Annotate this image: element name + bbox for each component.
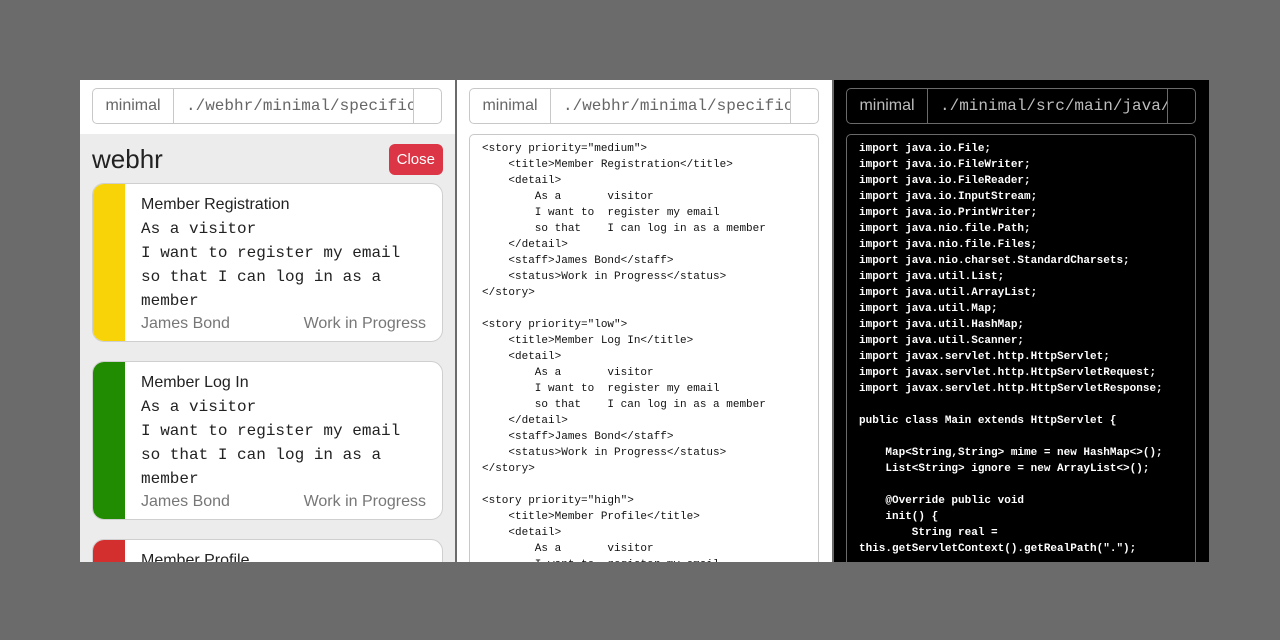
story-card[interactable]: Member Log In As a visitor I want to reg… (92, 361, 443, 520)
priority-stripe (93, 362, 125, 519)
story-detail-line: so that I can log in as a (141, 446, 382, 464)
path-bar-area: minimal ./webhr/minimal/specific (457, 80, 832, 134)
story-card[interactable]: Member Profile (92, 539, 443, 562)
path-bar: minimal ./webhr/minimal/specific (469, 88, 819, 124)
path-action-button[interactable] (1168, 89, 1195, 123)
path-action-button[interactable] (414, 89, 441, 123)
story-staff: James Bond (141, 315, 230, 332)
app-header: webhr Close (80, 134, 455, 184)
xml-code-editor[interactable]: <story priority="medium"> <title>Member … (469, 134, 819, 562)
java-code: import java.io.File; import java.io.File… (859, 143, 1163, 555)
priority-stripe (93, 540, 125, 562)
path-action-button[interactable] (791, 89, 818, 123)
xml-code: <story priority="medium"> <title>Member … (482, 143, 766, 562)
story-detail-line: I want to register my email (141, 422, 401, 440)
java-code-editor[interactable]: import java.io.File; import java.io.File… (846, 134, 1196, 562)
close-button[interactable]: Close (388, 144, 443, 175)
story-title: Member Profile (141, 552, 250, 562)
path-prefix[interactable]: minimal (470, 89, 551, 123)
story-detail-line: member (141, 292, 199, 310)
path-bar-area: minimal ./webhr/minimal/specific (80, 80, 455, 134)
priority-stripe (93, 184, 125, 341)
story-detail-line: member (141, 470, 199, 488)
path-bar: minimal ./minimal/src/main/java/ (846, 88, 1196, 124)
story-title: Member Log In (141, 374, 249, 391)
story-detail-line: so that I can log in as a (141, 268, 382, 286)
path-prefix[interactable]: minimal (93, 89, 174, 123)
story-status: Work in Progress (303, 493, 426, 510)
story-card[interactable]: Member Registration As a visitor I want … (92, 183, 443, 342)
story-detail-line: As a visitor (141, 220, 257, 238)
story-title: Member Registration (141, 196, 290, 213)
path-input[interactable]: ./webhr/minimal/specific (174, 89, 414, 123)
stories-panel: minimal ./webhr/minimal/specific webhr C… (80, 80, 455, 562)
story-detail-line: As a visitor (141, 398, 257, 416)
story-staff: James Bond (141, 493, 230, 510)
path-prefix[interactable]: minimal (847, 89, 928, 123)
path-bar-area: minimal ./minimal/src/main/java/ (834, 80, 1209, 134)
story-status: Work in Progress (303, 315, 426, 332)
java-source-panel: minimal ./minimal/src/main/java/ import … (834, 80, 1209, 562)
xml-source-panel: minimal ./webhr/minimal/specific <story … (457, 80, 832, 562)
path-bar: minimal ./webhr/minimal/specific (92, 88, 442, 124)
path-input[interactable]: ./webhr/minimal/specific (551, 89, 791, 123)
path-input[interactable]: ./minimal/src/main/java/ (928, 89, 1168, 123)
story-detail-line: I want to register my email (141, 244, 401, 262)
app-title: webhr (92, 144, 163, 174)
